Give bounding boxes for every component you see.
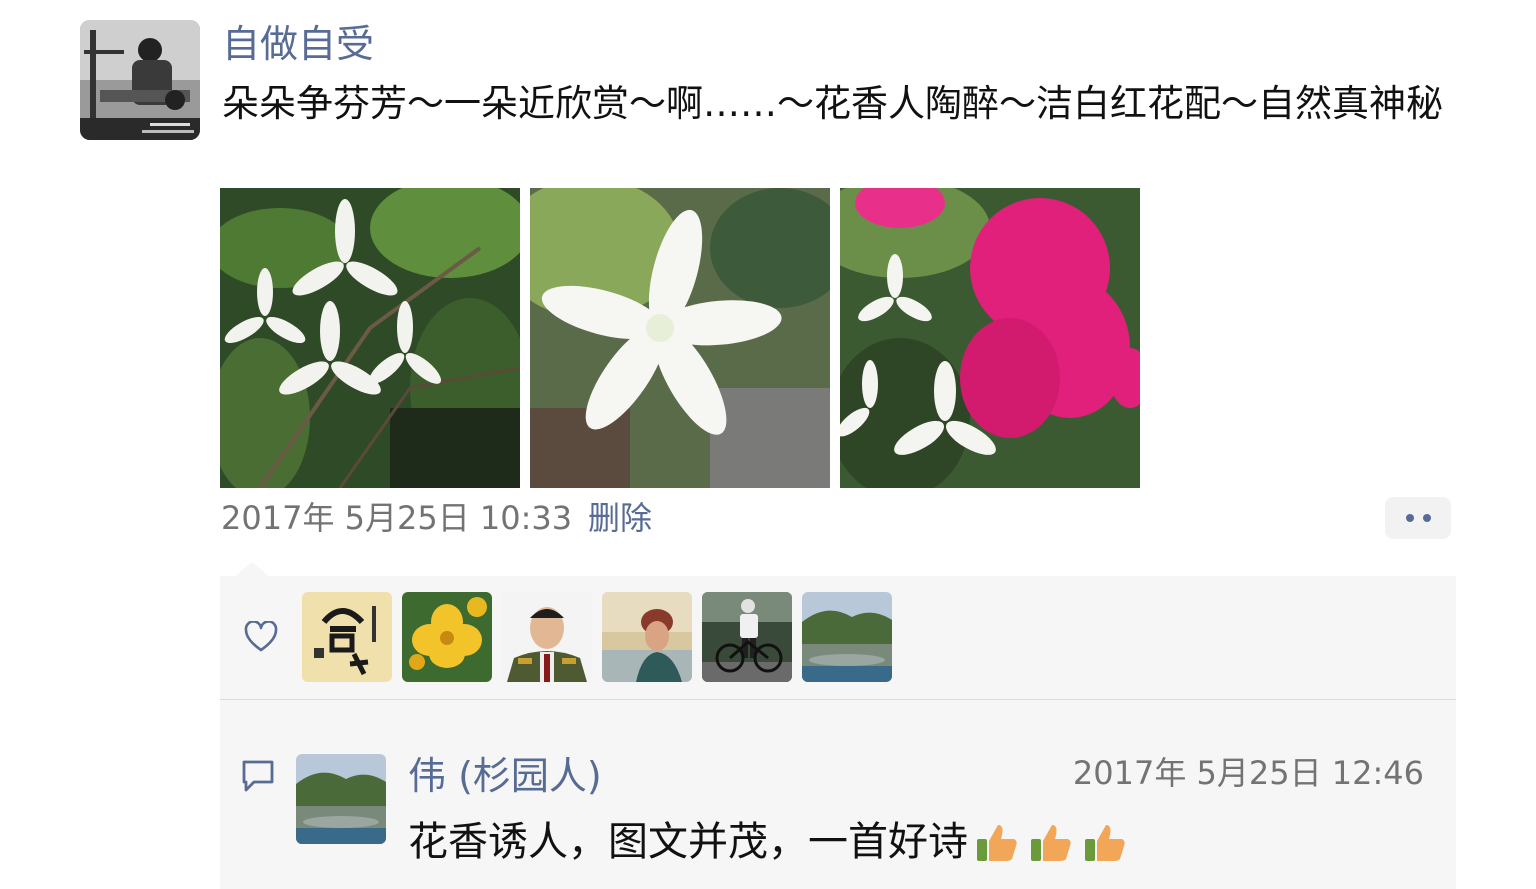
post-text: 朵朵争芬芳～一朵近欣赏～啊……～花香人陶醉～洁白红花配～自然真神秘 bbox=[222, 82, 1443, 125]
thumbs-up-icon bbox=[1085, 825, 1125, 861]
thumbs-up-icon bbox=[1031, 825, 1071, 861]
liker-avatar[interactable] bbox=[802, 592, 892, 682]
more-dot-icon bbox=[1405, 514, 1414, 522]
comment-text: 花香诱人，图文并茂，一首好诗 bbox=[408, 819, 968, 865]
post-photo-1[interactable] bbox=[220, 188, 520, 488]
post-author-name[interactable]: 自做自受 bbox=[222, 20, 374, 68]
comment-timestamp: 2017年 5月25日 12:46 bbox=[1072, 754, 1424, 792]
liker-avatar[interactable] bbox=[502, 592, 592, 682]
thumbs-up-icon bbox=[977, 825, 1017, 861]
author-avatar[interactable] bbox=[80, 20, 200, 140]
commenter-name[interactable]: 伟 (杉园人) bbox=[408, 752, 602, 800]
liker-avatar[interactable] bbox=[302, 592, 392, 682]
comment-body: 花香诱人，图文并茂，一首好诗 bbox=[408, 816, 1128, 868]
liker-avatar[interactable] bbox=[602, 592, 692, 682]
comment-icon bbox=[242, 760, 274, 792]
liker-avatar[interactable] bbox=[702, 592, 792, 682]
post-photo-3[interactable] bbox=[840, 188, 1140, 488]
heart-icon bbox=[244, 621, 278, 652]
panel-divider bbox=[220, 699, 1456, 700]
post-photo-2[interactable] bbox=[530, 188, 830, 488]
panel-caret bbox=[234, 562, 270, 577]
liker-avatar[interactable] bbox=[402, 592, 492, 682]
commenter-avatar[interactable] bbox=[296, 754, 386, 844]
delete-post-link[interactable]: 删除 bbox=[588, 497, 652, 539]
more-options-button[interactable] bbox=[1385, 497, 1451, 539]
more-dot-icon bbox=[1422, 514, 1431, 522]
post-timestamp: 2017年 5月25日 10:33 bbox=[221, 499, 573, 537]
